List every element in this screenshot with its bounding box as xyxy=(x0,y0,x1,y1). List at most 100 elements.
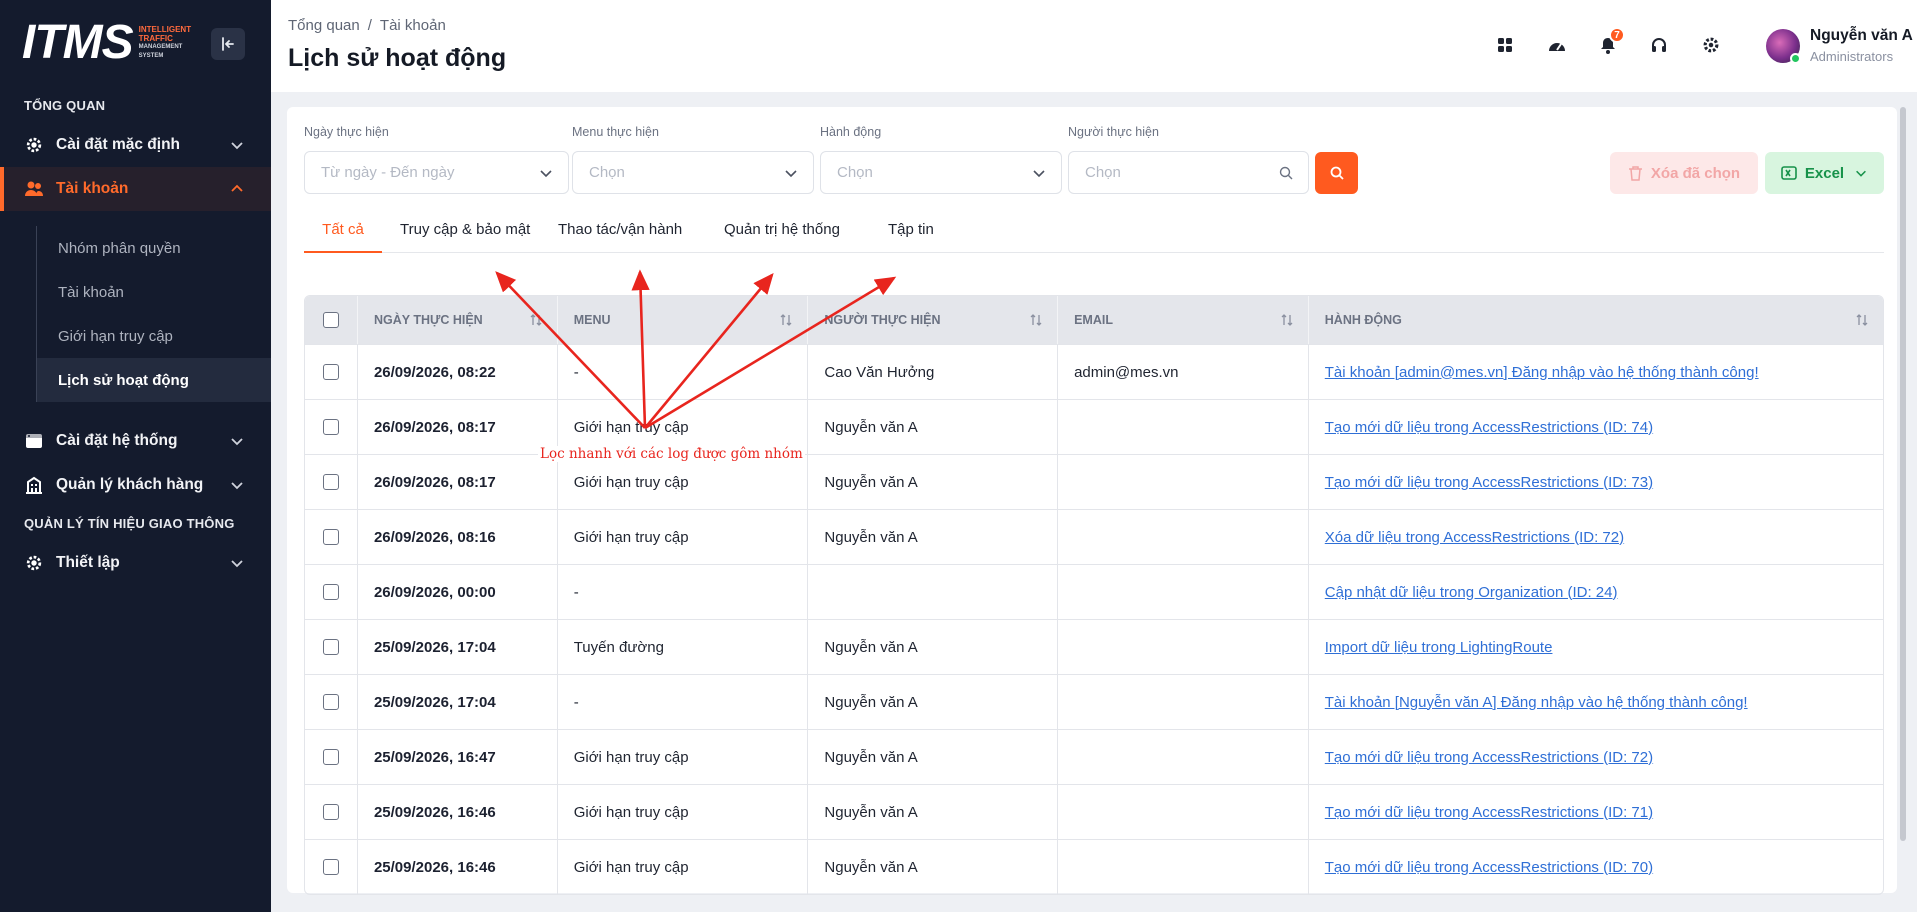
collapse-left-icon xyxy=(222,37,234,51)
col-menu[interactable]: MENU xyxy=(558,296,809,344)
row-checkbox[interactable] xyxy=(323,639,339,655)
table-row[interactable]: 26/09/2026, 00:00- Cập nhật dữ liệu trong… xyxy=(305,564,1883,619)
table-row[interactable]: 25/09/2026, 16:46 Giới hạn truy cập Nguyễn… xyxy=(305,839,1883,894)
row-checkbox[interactable] xyxy=(323,859,339,875)
col-action[interactable]: HÀNH ĐỘNG xyxy=(1309,296,1883,344)
breadcrumb-accounts[interactable]: Tài khoản xyxy=(380,17,446,34)
search-icon xyxy=(1279,166,1293,180)
avatar[interactable] xyxy=(1766,29,1801,64)
logo-subtitle: INTELLIGENT TRAFFIC MANAGEMENT SYSTEM xyxy=(138,25,192,59)
col-date[interactable]: NGÀY THỰC HIỆN xyxy=(358,296,558,344)
building-icon xyxy=(24,475,44,495)
activity-log-card: Ngày thực hiện Từ ngày - Đến ngày Menu t… xyxy=(287,107,1897,895)
row-checkbox[interactable] xyxy=(323,474,339,490)
table-row[interactable]: 26/09/2026, 08:16 Giới hạn truy cập Nguyễn… xyxy=(305,509,1883,564)
action-link[interactable]: Tạo mới dữ liệu trong AccessRestrictions… xyxy=(1325,804,1653,821)
action-link[interactable]: Tạo mới dữ liệu trong AccessRestrictions… xyxy=(1325,474,1653,491)
row-checkbox[interactable] xyxy=(323,694,339,710)
settings-button[interactable] xyxy=(1698,32,1724,58)
delete-selected-button[interactable]: Xóa đã chọn xyxy=(1610,152,1758,194)
table-row[interactable]: 25/09/2026, 17:04- Nguyễn văn A Tài khoản … xyxy=(305,674,1883,729)
nav-system-settings[interactable]: Cài đặt hệ thống xyxy=(0,419,271,463)
nav-setup[interactable]: Thiết lập xyxy=(0,541,271,585)
submenu-accounts[interactable]: Tài khoản xyxy=(37,270,271,314)
cell-action: Xóa dữ liệu trong AccessRestrictions (ID… xyxy=(1309,510,1883,564)
collapse-sidebar-button[interactable] xyxy=(211,28,245,60)
nav-default-settings[interactable]: Cài đặt mặc định xyxy=(0,123,271,167)
action-link[interactable]: Xóa dữ liệu trong AccessRestrictions (ID… xyxy=(1325,529,1624,546)
chevron-down-icon xyxy=(231,560,243,568)
app-logo[interactable]: ITMS INTELLIGENT TRAFFIC MANAGEMENT SYSTEM xyxy=(22,19,192,67)
section-title-traffic: QUẢN LÝ TÍN HIỆU GIAO THÔNG xyxy=(24,516,235,531)
table-row[interactable]: 25/09/2026, 16:47 Giới hạn truy cập Nguyễn… xyxy=(305,729,1883,784)
row-checkbox[interactable] xyxy=(323,804,339,820)
breadcrumb: Tổng quan / Tài khoản xyxy=(288,17,446,34)
row-checkbox[interactable] xyxy=(323,529,339,545)
menu-select[interactable]: Chọn xyxy=(572,151,814,194)
support-button[interactable] xyxy=(1646,32,1672,58)
date-range-select[interactable]: Từ ngày - Đến ngày xyxy=(304,151,569,194)
action-select[interactable]: Chọn xyxy=(820,151,1062,194)
submenu-permission-groups[interactable]: Nhóm phân quyền xyxy=(37,226,271,270)
cell-menu: Giới hạn truy cập xyxy=(558,455,809,509)
row-checkbox[interactable] xyxy=(323,364,339,380)
user-name[interactable]: Nguyễn văn A xyxy=(1810,27,1913,45)
row-select-cell xyxy=(305,840,358,894)
page-scrollbar[interactable] xyxy=(1900,107,1906,841)
action-link[interactable]: Tạo mới dữ liệu trong AccessRestrictions… xyxy=(1325,859,1653,876)
table-row[interactable]: 26/09/2026, 08:17 Giới hạn truy cập Nguyễn… xyxy=(305,454,1883,509)
action-link[interactable]: Tài khoản [Nguyễn văn A] Đăng nhập vào h… xyxy=(1325,694,1748,711)
apps-grid-button[interactable] xyxy=(1492,32,1518,58)
submenu-access-limits[interactable]: Giới hạn truy cập xyxy=(37,314,271,358)
users-icon xyxy=(24,179,44,199)
sort-icon xyxy=(530,314,542,326)
submenu-activity-history[interactable]: Lịch sử hoạt động xyxy=(37,358,271,402)
cell-date: 25/09/2026, 16:47 xyxy=(358,730,558,784)
cell-date: 26/09/2026, 08:16 xyxy=(358,510,558,564)
action-link[interactable]: Tạo mới dữ liệu trong AccessRestrictions… xyxy=(1325,419,1653,436)
table-row[interactable]: 25/09/2026, 17:04 Tuyến đường Nguyễn văn A… xyxy=(305,619,1883,674)
row-select-cell xyxy=(305,730,358,784)
sort-icon xyxy=(1281,314,1293,326)
row-checkbox[interactable] xyxy=(323,749,339,765)
col-menu-label: MENU xyxy=(573,313,611,327)
cell-action: Cập nhật dữ liệu trong Organization (ID:… xyxy=(1309,565,1883,619)
excel-export-button[interactable]: Excel xyxy=(1765,152,1884,194)
action-link[interactable]: Import dữ liệu trong LightingRoute xyxy=(1325,639,1553,656)
cell-user: Nguyễn văn A xyxy=(808,730,1059,784)
tab-operations[interactable]: Thao tác/vận hành xyxy=(558,215,682,253)
cell-menu: Giới hạn truy cập xyxy=(558,785,809,839)
nav-label: Cài đặt mặc định xyxy=(56,136,181,153)
annotation-note: Lọc nhanh với các log được gôm nhóm xyxy=(538,446,805,462)
table-row[interactable]: 25/09/2026, 16:46 Giới hạn truy cập Nguyễn… xyxy=(305,784,1883,839)
breadcrumb-overview[interactable]: Tổng quan xyxy=(288,17,360,34)
tab-access-security[interactable]: Truy cập & bảo mật xyxy=(400,215,530,253)
cell-menu: Giới hạn truy cập xyxy=(558,510,809,564)
nav-customer-management[interactable]: Quản lý khách hàng xyxy=(0,463,271,507)
dashboard-button[interactable] xyxy=(1544,32,1570,58)
page-title: Lịch sử hoạt động xyxy=(288,44,507,72)
sidebar: ITMS INTELLIGENT TRAFFIC MANAGEMENT SYSTEM… xyxy=(0,0,271,912)
action-link[interactable]: Tài khoản [admin@mes.vn] Đăng nhập vào h… xyxy=(1325,364,1759,381)
col-user[interactable]: NGƯỜI THỰC HIỆN xyxy=(808,296,1059,344)
tab-system-admin[interactable]: Quản trị hệ thống xyxy=(724,215,840,253)
col-email[interactable]: EMAIL xyxy=(1058,296,1309,344)
cell-menu: - xyxy=(558,675,809,729)
table-header: NGÀY THỰC HIỆN MENU NGƯỜI THỰC HIỆN EMAI… xyxy=(305,296,1883,344)
row-select-cell xyxy=(305,620,358,674)
action-link[interactable]: Cập nhật dữ liệu trong Organization (ID:… xyxy=(1325,584,1618,601)
cell-date: 25/09/2026, 17:04 xyxy=(358,675,558,729)
row-checkbox[interactable] xyxy=(323,584,339,600)
action-link[interactable]: Tạo mới dữ liệu trong AccessRestrictions… xyxy=(1325,749,1653,766)
nav-accounts[interactable]: Tài khoản xyxy=(0,167,271,211)
search-button[interactable] xyxy=(1315,152,1358,194)
tab-files[interactable]: Tập tin xyxy=(888,215,934,253)
table-row[interactable]: 26/09/2026, 08:22- Cao Văn Hưởng admin@mes… xyxy=(305,344,1883,399)
tab-all[interactable]: Tất cả xyxy=(304,215,382,253)
user-search-input[interactable]: Chọn xyxy=(1068,151,1309,194)
cell-email xyxy=(1058,785,1309,839)
gear-icon xyxy=(24,553,44,573)
notifications-button[interactable]: 7 xyxy=(1595,27,1625,58)
row-checkbox[interactable] xyxy=(323,419,339,435)
select-all-checkbox[interactable] xyxy=(323,312,339,328)
